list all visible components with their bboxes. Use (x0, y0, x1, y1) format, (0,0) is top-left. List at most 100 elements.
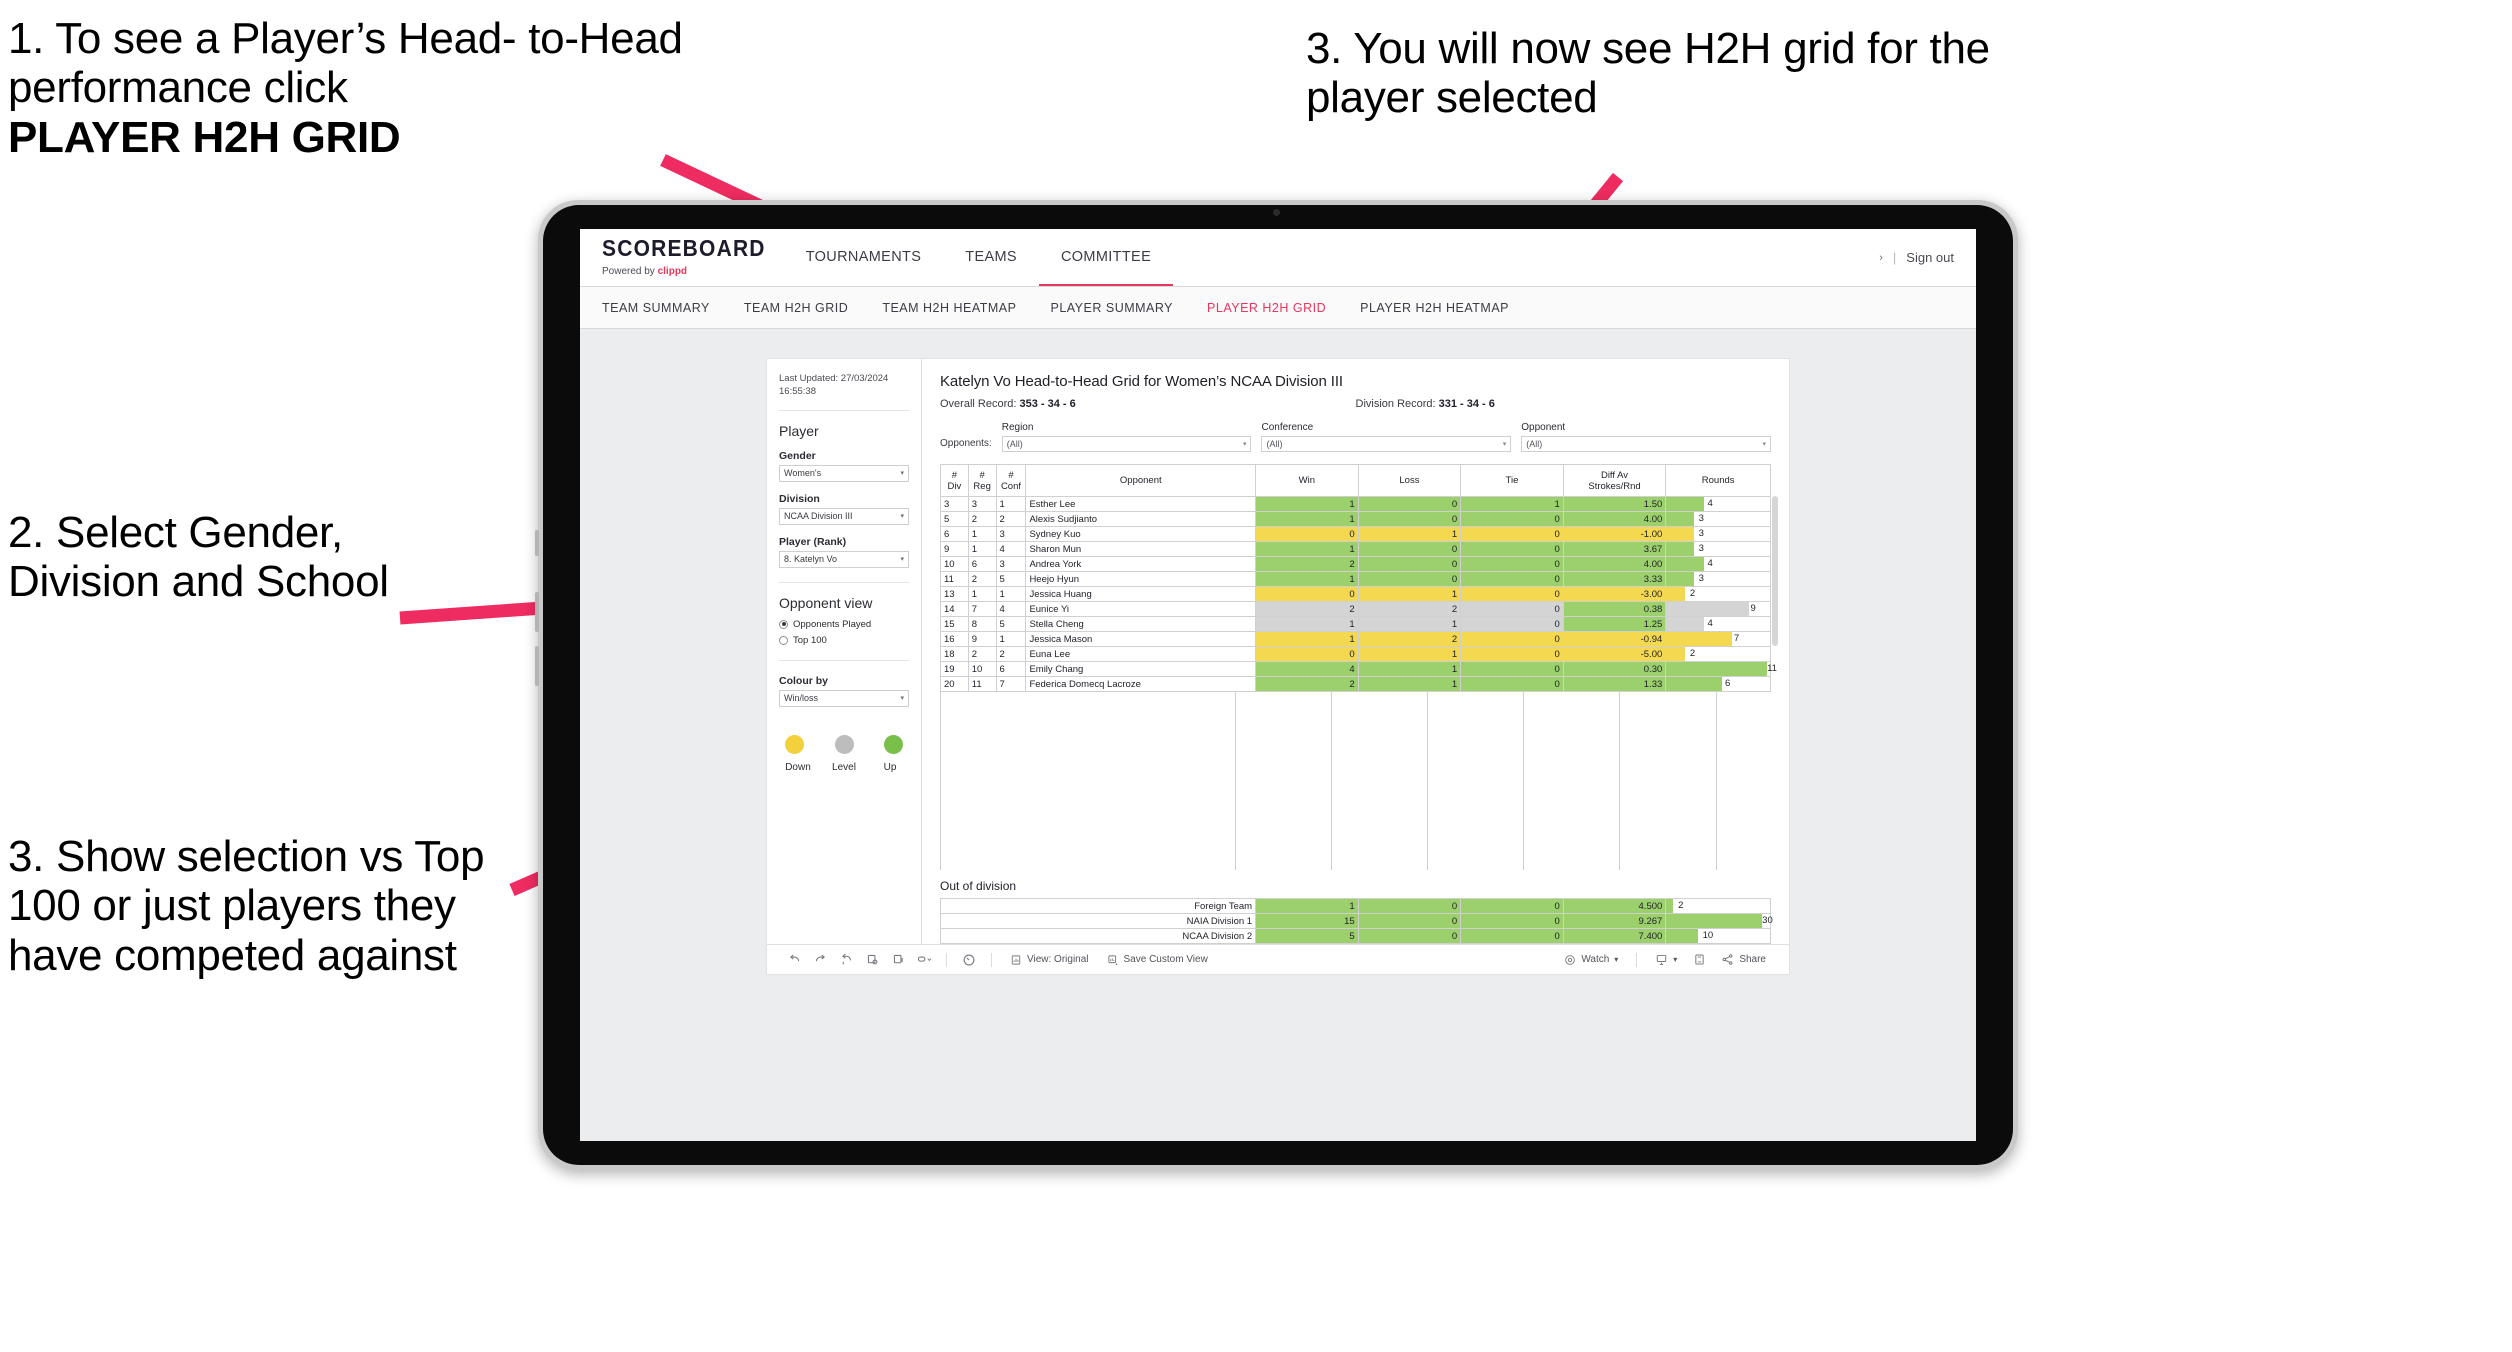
col-div[interactable]: # Div (940, 464, 969, 497)
division-value: NCAA Division III (784, 511, 853, 522)
cell-reg: 7 (967, 601, 997, 617)
conference-select[interactable]: (All) ▾ (1261, 436, 1512, 452)
col-tie[interactable]: Tie (1460, 464, 1564, 497)
nav-item-committee[interactable]: COMMITTEE (1038, 229, 1174, 286)
table-row[interactable]: 13 1 1 Jessica Huang 0 1 0 -3.00 2 (940, 586, 1771, 602)
opponent-value: (All) (1526, 439, 1543, 449)
cell-loss: 0 (1357, 928, 1462, 944)
brand-title: SCOREBOARD (602, 235, 766, 262)
radio-selected-icon (779, 619, 788, 629)
col-win[interactable]: Win (1255, 464, 1359, 497)
radio-unselected-icon (779, 635, 788, 645)
table-row[interactable]: 3 3 1 Esther Lee 1 0 1 1.50 4 (940, 496, 1771, 512)
col-rounds[interactable]: Rounds (1665, 464, 1771, 497)
pause-updates-icon[interactable] (885, 953, 911, 966)
table-row[interactable]: 9 1 4 Sharon Mun 1 0 0 3.67 3 (940, 541, 1771, 557)
division-select[interactable]: NCAA Division III ▾ (779, 507, 909, 525)
tablet-volume-down-button (535, 646, 539, 686)
cell-conf: 5 (995, 571, 1027, 587)
cell-conf: 3 (995, 556, 1027, 572)
conference-caption: Conference (1261, 422, 1314, 433)
cell-div: 5 (940, 511, 969, 527)
colour-by-group: Colour by Win/loss ▾ (779, 661, 909, 707)
radio-top-100[interactable]: Top 100 (779, 635, 909, 646)
table-row[interactable]: 10 6 3 Andrea York 2 0 0 4.00 4 (940, 556, 1771, 572)
col-reg[interactable]: # Reg (967, 464, 997, 497)
nav-item-teams[interactable]: TEAMS (943, 229, 1039, 286)
cell-loss: 2 (1357, 631, 1462, 647)
sign-out-link[interactable]: Sign out (1906, 250, 1954, 265)
user-chevron-icon[interactable]: › (1879, 252, 1883, 264)
table-row[interactable]: 18 2 2 Euna Lee 0 1 0 -5.00 2 (940, 646, 1771, 662)
gender-select[interactable]: Women's ▾ (779, 464, 909, 482)
region-select[interactable]: (All) ▾ (1001, 436, 1252, 452)
cell-diff: -5.00 (1562, 646, 1667, 662)
legend-label-up: Up (883, 761, 897, 773)
chevron-down-icon: ▾ (900, 470, 904, 478)
cell-diff: 1.25 (1562, 616, 1667, 632)
nav-item-tournaments[interactable]: TOURNAMENTS (784, 229, 944, 286)
save-custom-view-label: Save Custom View (1123, 954, 1208, 965)
tab-player-summary[interactable]: PLAYER SUMMARY (1050, 301, 1173, 315)
legend-swatch-down (785, 734, 804, 754)
view-original-button[interactable]: View: Original (1001, 954, 1098, 966)
records-row: Overall Record: 353 - 34 - 6 Division Re… (940, 398, 1771, 410)
cell-tie: 0 (1460, 898, 1564, 914)
cell-conf: 3 (995, 526, 1027, 542)
grid-scrollbar[interactable] (1772, 496, 1778, 646)
opponent-view-group: Opponent view Opponents Played Top 100 (779, 583, 909, 646)
redo-icon[interactable] (807, 953, 833, 966)
tab-team-summary[interactable]: TEAM SUMMARY (602, 301, 710, 315)
col-div-line1: # (951, 469, 958, 481)
tab-team-h2h-grid[interactable]: TEAM H2H GRID (744, 301, 848, 315)
table-row[interactable]: Foreign Team 1 0 0 4.500 2 (939, 898, 1771, 914)
fullscreen-icon[interactable] (1686, 953, 1712, 966)
tab-team-h2h-heatmap[interactable]: TEAM H2H HEATMAP (882, 301, 1016, 315)
cell-div: 10 (940, 556, 969, 572)
header-separator: | (1892, 250, 1897, 265)
download-button[interactable]: ▾ (1646, 953, 1686, 966)
table-row[interactable]: 15 8 5 Stella Cheng 1 1 0 1.25 4 (940, 616, 1771, 632)
refresh-icon[interactable] (859, 953, 885, 966)
watch-button[interactable]: Watch ▾ (1555, 954, 1627, 966)
pause-icon[interactable] (956, 953, 982, 967)
cell-win: 1 (1255, 541, 1359, 557)
radio-opponents-played[interactable]: Opponents Played (779, 619, 909, 630)
save-custom-view-button[interactable]: Save Custom View (1098, 954, 1217, 966)
opponent-select[interactable]: (All) ▾ (1521, 436, 1772, 452)
cell-loss: 1 (1357, 586, 1462, 602)
table-row[interactable]: 19 10 6 Emily Chang 4 1 0 0.30 11 (940, 661, 1777, 677)
tab-player-h2h-grid[interactable]: PLAYER H2H GRID (1207, 301, 1326, 315)
cell-win: 5 (1255, 928, 1359, 944)
overall-record: Overall Record: 353 - 34 - 6 (940, 398, 1356, 410)
cell-reg: 1 (967, 526, 997, 542)
table-row[interactable]: 14 7 4 Eunice Yi 2 2 0 0.38 9 (940, 601, 1771, 617)
table-row[interactable]: 16 9 1 Jessica Mason 1 2 0 -0.94 7 (940, 631, 1771, 647)
table-row[interactable]: 11 2 5 Heejo Hyun 1 0 0 3.33 3 (940, 571, 1771, 587)
undo-icon[interactable] (781, 953, 807, 966)
table-row[interactable]: 5 2 2 Alexis Sudjianto 1 0 0 4.00 3 (940, 511, 1771, 527)
cell-reg: 2 (967, 511, 997, 527)
table-row[interactable]: NCAA Division 2 5 0 0 7.400 10 (939, 928, 1771, 944)
dashboard-tabs: TEAM SUMMARY TEAM H2H GRID TEAM H2H HEAT… (580, 287, 1976, 329)
share-button[interactable]: Share (1712, 953, 1775, 966)
col-conf[interactable]: # Conf (995, 464, 1027, 497)
player-rank-select[interactable]: 8. Katelyn Vo ▾ (779, 550, 909, 568)
tab-player-h2h-heatmap[interactable]: PLAYER H2H HEATMAP (1360, 301, 1509, 315)
table-row[interactable]: 20 11 7 Federica Domecq Lacroze 2 1 0 1.33 6 (940, 676, 1771, 692)
revert-icon[interactable] (833, 953, 859, 966)
col-opponent[interactable]: Opponent (1025, 464, 1257, 497)
brand-logo[interactable]: SCOREBOARD Powered by clippd (580, 229, 784, 286)
table-row[interactable]: NAIA Division 1 15 0 0 9.267 30 (939, 913, 1773, 929)
col-diff[interactable]: Diff Av Strokes/Rnd (1562, 464, 1667, 497)
cell-conf: 2 (995, 511, 1027, 527)
colour-by-select[interactable]: Win/loss ▾ (779, 689, 909, 707)
table-row[interactable]: 6 1 3 Sydney Kuo 0 1 0 -1.00 3 (940, 526, 1771, 542)
colour-by-label: Colour by (779, 674, 828, 687)
annotation-step-1: 1. To see a Player’s Head- to-Head perfo… (8, 14, 738, 162)
col-loss[interactable]: Loss (1357, 464, 1462, 497)
reset-filters-icon[interactable] (911, 953, 937, 966)
chevron-down-icon: ▾ (900, 513, 904, 521)
cell-div: 20 (940, 676, 969, 692)
cell-rounds: 11 (1665, 661, 1777, 677)
